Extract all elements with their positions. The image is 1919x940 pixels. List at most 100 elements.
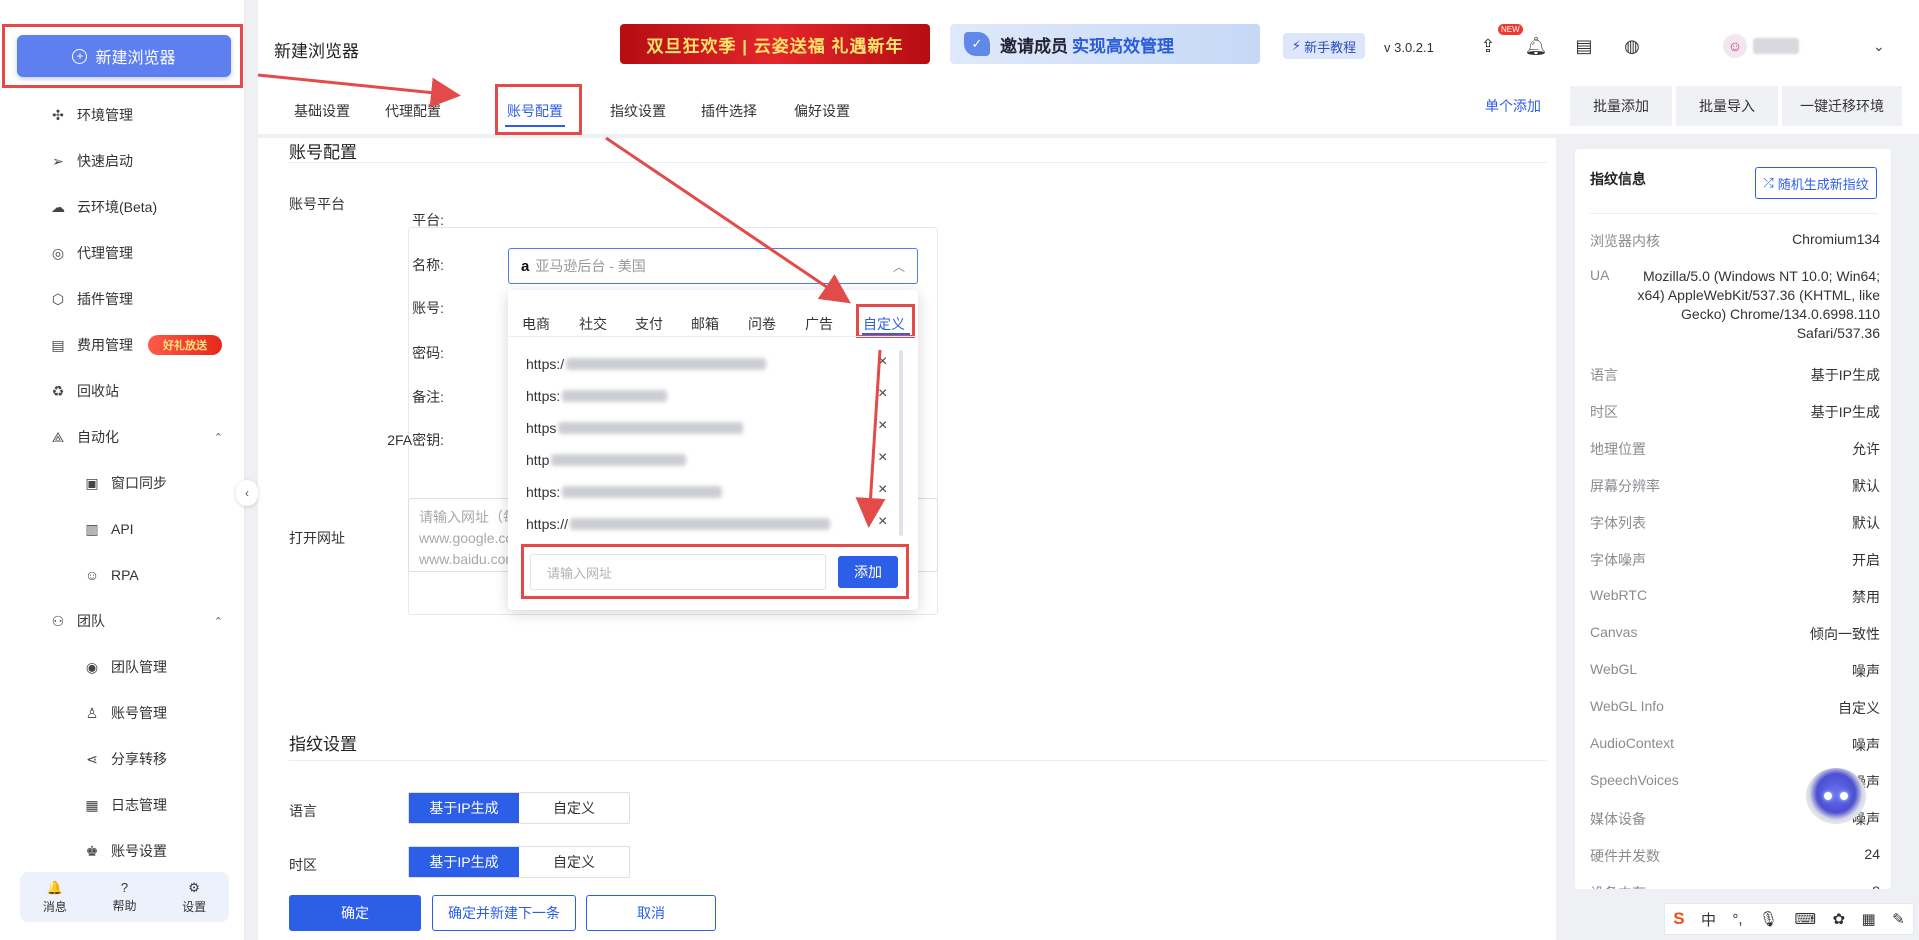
- gear-icon: ⚙: [188, 879, 200, 895]
- fingerprint-key: 字体列表: [1590, 515, 1646, 531]
- close-icon[interactable]: ×: [878, 449, 887, 467]
- ime-punctuation[interactable]: °,: [1732, 911, 1742, 928]
- tab-4[interactable]: 插件选择: [701, 101, 757, 121]
- tab-1[interactable]: 代理配置: [385, 101, 441, 121]
- chevron-up-icon: ⌃: [213, 431, 223, 444]
- sidebar-bottom-gear-button[interactable]: ⚙ 设置: [182, 880, 206, 915]
- collapse-sidebar-chevron-icon[interactable]: ‹: [236, 480, 258, 506]
- sidebar-item[interactable]: ▥ API: [0, 509, 245, 549]
- tab-0[interactable]: 基础设置: [294, 101, 350, 121]
- confirm-button[interactable]: 确定: [289, 895, 421, 931]
- dropdown-tab[interactable]: 支付: [635, 314, 663, 334]
- platform-dropdown: 电商 社交 支付 邮箱 问卷 广告 自定义 https:/× https: × https × htt…: [508, 290, 918, 610]
- close-icon[interactable]: ×: [878, 417, 887, 435]
- close-icon[interactable]: ×: [878, 513, 887, 531]
- sidebar-item[interactable]: ⋖ 分享转移: [0, 739, 245, 779]
- add-mode-button[interactable]: 批量添加: [1570, 86, 1672, 126]
- custom-url-item[interactable]: http: [526, 450, 687, 470]
- microphone-icon[interactable]: 🎙︎: [1759, 910, 1778, 928]
- custom-url-item[interactable]: https:: [526, 386, 668, 406]
- field-label-platform: 平台:: [412, 212, 444, 228]
- sidebar-item[interactable]: ⚇ 团队 ⌃: [0, 601, 245, 641]
- platform-select[interactable]: a 亚马逊后台 - 美国 ︿: [508, 248, 918, 284]
- custom-url-input[interactable]: 请输入网址: [530, 554, 826, 590]
- sidebar-item[interactable]: ♚ 账号设置: [0, 831, 245, 871]
- grid-icon[interactable]: ▦: [1862, 910, 1876, 928]
- close-icon[interactable]: ×: [878, 385, 887, 403]
- cloud-upload-icon[interactable]: ⇪: [1476, 34, 1500, 58]
- dropdown-tab[interactable]: 电商: [522, 314, 550, 334]
- sidebar-item[interactable]: ◉ 团队管理: [0, 647, 245, 687]
- confirm-and-next-button[interactable]: 确定并新建下一条: [432, 895, 576, 931]
- add-mode-button[interactable]: 批量导入: [1676, 86, 1778, 126]
- custom-url-text: https:/: [526, 356, 565, 372]
- sidebar-item[interactable]: ☁ 云环境(Beta): [0, 187, 245, 227]
- tool-icon[interactable]: ✎: [1892, 910, 1905, 928]
- cancel-button[interactable]: 取消: [586, 895, 716, 931]
- ime-logo-icon[interactable]: S: [1673, 909, 1684, 929]
- custom-url-item[interactable]: https: [526, 418, 744, 438]
- custom-url-item[interactable]: https://: [526, 514, 831, 534]
- username-redacted: [1753, 38, 1799, 54]
- account-platform-label: 账号平台: [289, 196, 345, 212]
- dropdown-tab[interactable]: 社交: [579, 314, 607, 334]
- form-footer: 确定 确定并新建下一条 取消: [258, 890, 1556, 940]
- language-option-custom[interactable]: 自定义: [519, 793, 629, 823]
- add-mode-button[interactable]: 一键迁移环境: [1782, 86, 1902, 126]
- close-icon[interactable]: ×: [878, 353, 887, 371]
- sidebar-item[interactable]: ☺ RPA: [0, 555, 245, 595]
- document-icon[interactable]: ▤: [1572, 34, 1596, 58]
- log-icon: ▦: [85, 796, 99, 813]
- sidebar-item[interactable]: ▦ 日志管理: [0, 785, 245, 825]
- fingerprint-key: UA: [1590, 267, 1610, 283]
- sidebar-item[interactable]: ♙ 账号管理: [0, 693, 245, 733]
- sidebar-item[interactable]: ▤ 费用管理 好礼放送: [0, 325, 245, 365]
- sidebar-item[interactable]: ⬡ 插件管理: [0, 279, 245, 319]
- avatar[interactable]: ☺: [1723, 34, 1747, 58]
- sidebar-item[interactable]: ♻ 回收站: [0, 371, 245, 411]
- ime-mode[interactable]: 中: [1701, 909, 1716, 930]
- timezone-option-ip[interactable]: 基于IP生成: [409, 847, 519, 877]
- dropdown-tab[interactable]: 广告: [805, 314, 833, 334]
- sidebar-item[interactable]: ⟁ 自动化 ⌃: [0, 417, 245, 457]
- promo-banner[interactable]: 双旦狂欢季 | 云姿送福 礼遇新年: [620, 24, 930, 64]
- add-mode-button[interactable]: 单个添加: [1462, 86, 1564, 126]
- timezone-option-custom[interactable]: 自定义: [519, 847, 629, 877]
- bell-icon[interactable]: 🔔︎: [1524, 34, 1548, 58]
- dropdown-tab[interactable]: 问卷: [748, 314, 776, 334]
- invite-banner[interactable]: ✓ 邀请成员 实现高效管理: [950, 24, 1260, 64]
- generate-fingerprint-button[interactable]: ⤮ 随机生成新指纹: [1755, 167, 1877, 199]
- sidebar-bottom-help-button[interactable]: ? 帮助: [112, 880, 136, 914]
- globe-icon: ◎: [51, 244, 65, 261]
- add-url-button[interactable]: 添加: [838, 556, 898, 588]
- sidebar-bottom-bell-button[interactable]: 🔔 消息: [43, 880, 67, 915]
- tab-3[interactable]: 指纹设置: [610, 101, 666, 121]
- redacted-url: [566, 358, 767, 370]
- environment-icon: ✣: [52, 106, 64, 123]
- new-browser-button[interactable]: + 新建浏览器: [17, 35, 231, 77]
- sidebar-item[interactable]: ▣ 窗口同步: [0, 463, 245, 503]
- language-option-ip[interactable]: 基于IP生成: [409, 793, 519, 823]
- chevron-down-icon[interactable]: ⌄: [1873, 38, 1885, 55]
- custom-url-item[interactable]: https:: [526, 482, 723, 502]
- fingerprint-key: 语言: [1590, 367, 1618, 383]
- version-label: v 3.0.2.1: [1384, 40, 1434, 55]
- close-icon[interactable]: ×: [878, 481, 887, 499]
- keyboard-icon[interactable]: ⌨: [1794, 910, 1816, 928]
- fingerprint-row: WebRTC 禁用: [1590, 587, 1880, 607]
- sidebar-item[interactable]: ✣ 环境管理: [0, 95, 245, 135]
- dropdown-tab[interactable]: 邮箱: [691, 314, 719, 334]
- globe-icon[interactable]: ◍: [1620, 34, 1644, 58]
- custom-url-text: https:: [526, 484, 561, 500]
- window-sync-icon: ▣: [85, 474, 99, 491]
- custom-url-item[interactable]: https:/: [526, 354, 767, 374]
- tutorial-button[interactable]: ⚡ 新手教程: [1283, 33, 1365, 59]
- sidebar-item[interactable]: ➢ 快速启动: [0, 141, 245, 181]
- tab-5[interactable]: 偏好设置: [794, 101, 850, 121]
- page-title: 新建浏览器: [274, 42, 359, 61]
- assistant-robot-icon[interactable]: [1806, 768, 1866, 824]
- dropdown-scrollbar[interactable]: [899, 350, 903, 536]
- sidebar-item[interactable]: ◎ 代理管理: [0, 233, 245, 273]
- skin-icon[interactable]: ✿: [1833, 910, 1846, 928]
- redacted-url: [562, 486, 723, 498]
